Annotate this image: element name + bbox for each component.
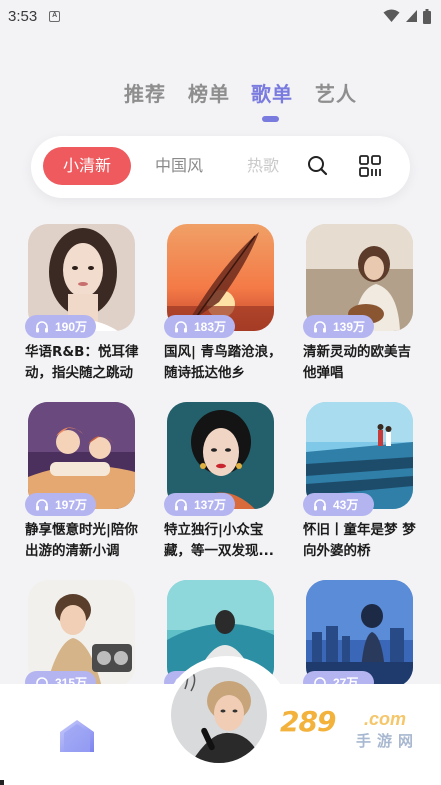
headphones-icon bbox=[314, 321, 326, 333]
play-count: 197万 bbox=[55, 498, 88, 512]
watermark-number: 289 bbox=[280, 705, 336, 738]
wifi-icon bbox=[383, 9, 400, 22]
top-tabs: 推荐 榜单 歌单 艺人 bbox=[0, 78, 441, 108]
category-grid-icon[interactable] bbox=[359, 155, 381, 177]
watermark-logo: 289 .com 手游网 bbox=[280, 705, 420, 753]
playlist-title: 清新灵动的欧美吉他弹唱 bbox=[303, 344, 411, 381]
tab-charts[interactable]: 榜单 bbox=[188, 78, 230, 107]
play-count-badge: 190万 bbox=[25, 315, 96, 338]
filter-chip-fresh[interactable]: 小清新 bbox=[43, 147, 131, 185]
headphones-icon bbox=[175, 499, 187, 511]
headphones-icon bbox=[175, 321, 187, 333]
playlist-title: 国风| 青鸟踏沧浪，随诗抵达他乡 bbox=[164, 344, 282, 381]
play-count-badge: 139万 bbox=[303, 315, 374, 338]
filter-bar: 小清新 中国风 热歌 bbox=[31, 136, 410, 198]
tab-playlists[interactable]: 歌单 bbox=[251, 78, 293, 107]
search-icon[interactable] bbox=[307, 155, 329, 177]
play-count: 139万 bbox=[333, 320, 366, 334]
now-playing-disc[interactable] bbox=[171, 667, 267, 763]
play-count: 183万 bbox=[194, 320, 227, 334]
tab-indicator bbox=[262, 116, 279, 122]
notification-icon: A bbox=[49, 10, 61, 22]
watermark-text: 手游网 bbox=[356, 732, 420, 750]
headphones-icon bbox=[36, 499, 48, 511]
status-bar: 3:53 A bbox=[0, 0, 441, 32]
play-count: 43万 bbox=[333, 498, 359, 512]
headphones-icon bbox=[36, 321, 48, 333]
play-count: 137万 bbox=[194, 498, 227, 512]
playlist-title: 华语R&B：悦耳律动，指尖随之跳动 bbox=[25, 344, 139, 381]
playlist-title: 静享惬意时光|陪你出游的清新小调 bbox=[25, 522, 138, 559]
home-icon[interactable] bbox=[58, 718, 96, 752]
battery-icon bbox=[423, 8, 431, 24]
playlist-title: 特立独行|小众宝藏，等一双发现... bbox=[164, 522, 274, 559]
corner-mark bbox=[0, 780, 4, 785]
play-count-badge: 137万 bbox=[164, 493, 235, 516]
tab-artists[interactable]: 艺人 bbox=[315, 78, 357, 107]
filter-chip-chinese-style[interactable]: 中国风 bbox=[147, 147, 211, 185]
play-count-badge: 197万 bbox=[25, 493, 96, 516]
filter-chip-hot-songs[interactable]: 热歌 bbox=[239, 147, 287, 185]
play-count: 190万 bbox=[55, 320, 88, 334]
play-count-badge: 183万 bbox=[164, 315, 235, 338]
playlist-title: 怀旧丨童年是梦 梦向外婆的桥 bbox=[303, 522, 416, 559]
play-count-badge: 43万 bbox=[303, 493, 374, 516]
headphones-icon bbox=[314, 499, 326, 511]
watermark-domain: .com bbox=[364, 709, 407, 729]
signal-icon bbox=[406, 10, 417, 22]
tab-recommend[interactable]: 推荐 bbox=[124, 78, 166, 107]
status-time: 3:53 bbox=[8, 7, 38, 25]
